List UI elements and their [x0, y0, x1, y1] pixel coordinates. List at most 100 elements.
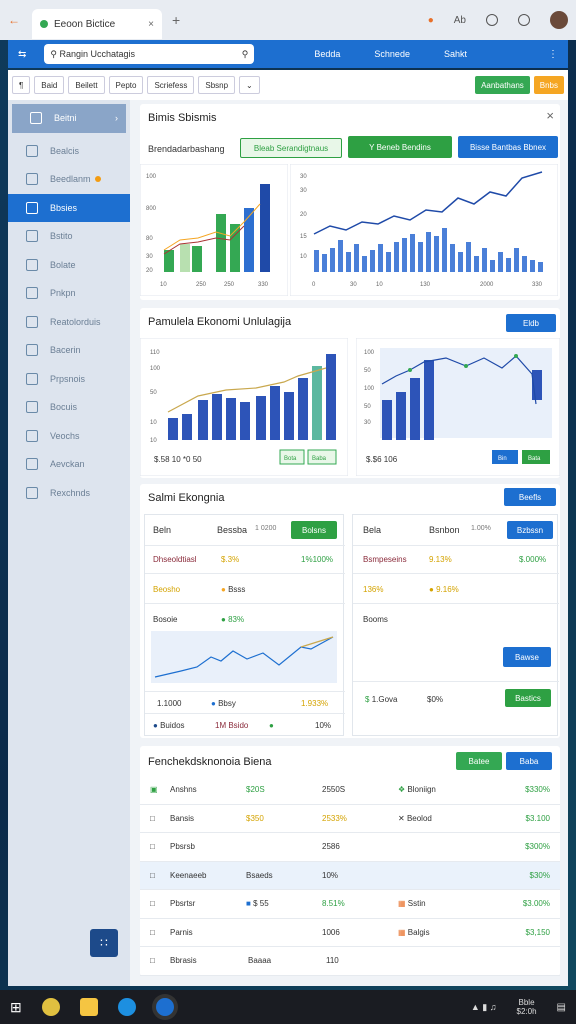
- nav-item-2[interactable]: Schnede: [374, 49, 410, 59]
- card-header-3: 1.00%: [471, 525, 491, 532]
- people-icon: [26, 201, 38, 214]
- alert-icon[interactable]: ●: [428, 15, 434, 26]
- sidebar-item-7[interactable]: Reatolorduis: [8, 308, 130, 337]
- table-row[interactable]: □ Bbrasis Baaaa 110: [140, 947, 560, 976]
- sidebar-item-3[interactable]: Bbsies: [8, 193, 130, 222]
- folder-icon[interactable]: [79, 998, 98, 1016]
- bar: [490, 260, 495, 272]
- table-button-2[interactable]: Baba: [506, 752, 552, 770]
- table-row[interactable]: ▣ Anshns $20S 2550S ❖ Bloniign $330%: [140, 776, 560, 805]
- notifications-icon[interactable]: ▤: [557, 1002, 566, 1013]
- sidebar-item-label: Aevckan: [50, 459, 85, 470]
- point: [408, 368, 412, 372]
- bar: [298, 378, 308, 440]
- nav-item-3[interactable]: Sahkt: [444, 49, 467, 59]
- avatar[interactable]: [550, 11, 568, 29]
- row-icon: □: [150, 899, 155, 909]
- chart-combo-a: 110 100 50 10 10 $.58 10 *0 50 Bota Baba: [140, 338, 348, 476]
- filter-button-2[interactable]: Y Beneb Bendins: [348, 136, 452, 158]
- sidebar-item-9[interactable]: Prpsnois: [8, 365, 130, 394]
- sidebar-item-8[interactable]: Bacerin: [8, 336, 130, 365]
- bar: [466, 242, 471, 272]
- new-tab-icon[interactable]: +: [172, 12, 180, 28]
- table-row[interactable]: □ Keenaeeb Bsaeds 10% $30%: [140, 861, 560, 890]
- row-label: Bsmpeseins: [363, 555, 407, 564]
- sidebar-item-5[interactable]: Bolate: [8, 251, 130, 280]
- panel-subtitle: Brendadarbashang: [148, 144, 225, 154]
- close-tab-icon[interactable]: ×: [148, 19, 154, 30]
- clock[interactable]: Bble $2:0h: [517, 998, 537, 1016]
- y-tick: 80: [146, 236, 153, 242]
- primary-green-button[interactable]: Aanbathans: [475, 76, 530, 94]
- share-icon[interactable]: [518, 14, 530, 26]
- table-row[interactable]: □ Pbsrtsr ■ $ 55 8.51% ▦ Sstin $3.00%: [140, 890, 560, 919]
- x-tick: 30: [350, 282, 357, 288]
- orange-button[interactable]: Bnbs: [533, 76, 564, 94]
- bar: [514, 248, 519, 272]
- sidebar-item-4[interactable]: Bstito: [8, 222, 130, 251]
- panel-action-button[interactable]: Eldb: [506, 314, 556, 332]
- close-icon[interactable]: ×: [546, 108, 554, 123]
- browser-tab[interactable]: Eeoon Bictice ×: [32, 9, 162, 39]
- card-header-button[interactable]: Bzbssn: [507, 521, 553, 539]
- sidebar-item-10[interactable]: Bocuis: [8, 393, 130, 422]
- edge-icon[interactable]: [117, 998, 136, 1016]
- nav-item-1[interactable]: Bedda: [314, 49, 340, 59]
- row-label: Beosho: [153, 585, 181, 594]
- toolbar-button-2[interactable]: Baid: [34, 76, 65, 94]
- table-cell: $300%: [525, 842, 550, 852]
- sidebar-item-6[interactable]: Pnkpn: [8, 279, 130, 308]
- toolbar-button-6[interactable]: Sbsnp: [198, 76, 236, 94]
- bar: [192, 246, 202, 272]
- system-tray-icons[interactable]: ▲ ▮ ♫: [471, 1002, 497, 1013]
- card-header-button[interactable]: Bolsns: [291, 521, 337, 539]
- row-value: ● Bsss: [221, 585, 246, 594]
- bar: [270, 386, 280, 440]
- shield-icon[interactable]: [486, 14, 498, 26]
- filter-button-3[interactable]: Bisse Bantbas Bbnex: [458, 136, 558, 158]
- table-button-1[interactable]: Batee: [456, 752, 502, 770]
- toolbar-button-4[interactable]: Pepto: [108, 76, 144, 94]
- menu-icon[interactable]: ⇆: [18, 49, 26, 60]
- tab-title: Eeoon Bictice: [54, 18, 116, 30]
- windows-start-icon[interactable]: ⊞: [10, 999, 22, 1016]
- magnifier-icon[interactable]: ⚲: [242, 49, 249, 60]
- table-cell: ✕ Beolod: [398, 813, 432, 823]
- table-cell: $30%: [529, 870, 550, 880]
- sidebar-item-2[interactable]: Beedlanm: [8, 165, 130, 194]
- footer-value: $ 1.Gova: [365, 695, 398, 704]
- toolbar-button-3[interactable]: Beilett: [68, 76, 105, 94]
- bar: [498, 252, 503, 272]
- sidebar-item-13[interactable]: Rexchnds: [8, 479, 130, 508]
- table-row[interactable]: □ Parnis 1006 ▦ Balgis $3,150: [140, 919, 560, 947]
- dropdown-button[interactable]: ⌄: [239, 76, 260, 94]
- back-icon[interactable]: ←: [8, 13, 20, 27]
- cross-icon: ✕: [398, 813, 405, 823]
- bar: [442, 228, 447, 272]
- table-row[interactable]: □ Pbsrsb 2586 $300%: [140, 833, 560, 862]
- panel-action-button[interactable]: Beefls: [504, 488, 556, 506]
- mid-button[interactable]: Bawse: [503, 647, 551, 667]
- toolbar-button-5[interactable]: Scriefess: [147, 76, 195, 94]
- chevron-right-icon: ›: [115, 113, 118, 124]
- search-input[interactable]: ⚲ Rangin Ucchatagis ⚲: [44, 44, 255, 64]
- bar: [410, 378, 420, 440]
- app-icon-1[interactable]: [41, 998, 60, 1016]
- table-cell: $3.100: [525, 813, 550, 823]
- panel-title: Fenchekdsknonoia Biena: [148, 756, 272, 768]
- sidebar-item-12[interactable]: Aevckan: [8, 450, 130, 479]
- table-row[interactable]: □ Bansis $350 2533% ✕ Beolod $3.100: [140, 805, 560, 833]
- circle-icon: ●: [153, 721, 158, 730]
- sidebar-item-1[interactable]: Bealcis: [8, 137, 130, 166]
- gear-icon: [26, 401, 38, 414]
- more-icon[interactable]: ⋮: [548, 49, 558, 60]
- floating-action-button[interactable]: ∷: [90, 929, 118, 957]
- toolbar-button-1[interactable]: ¶: [12, 76, 31, 94]
- sidebar-item-11[interactable]: Veochs: [8, 422, 130, 451]
- footer-button[interactable]: Bastics: [505, 689, 551, 707]
- sidebar-item-header[interactable]: Beitni ›: [12, 104, 126, 133]
- filter-button-1[interactable]: Bleab Serandigtnaus: [240, 138, 342, 158]
- browser-icon[interactable]: [155, 998, 174, 1016]
- text-icon[interactable]: Ab: [454, 15, 466, 26]
- bar: [474, 256, 479, 272]
